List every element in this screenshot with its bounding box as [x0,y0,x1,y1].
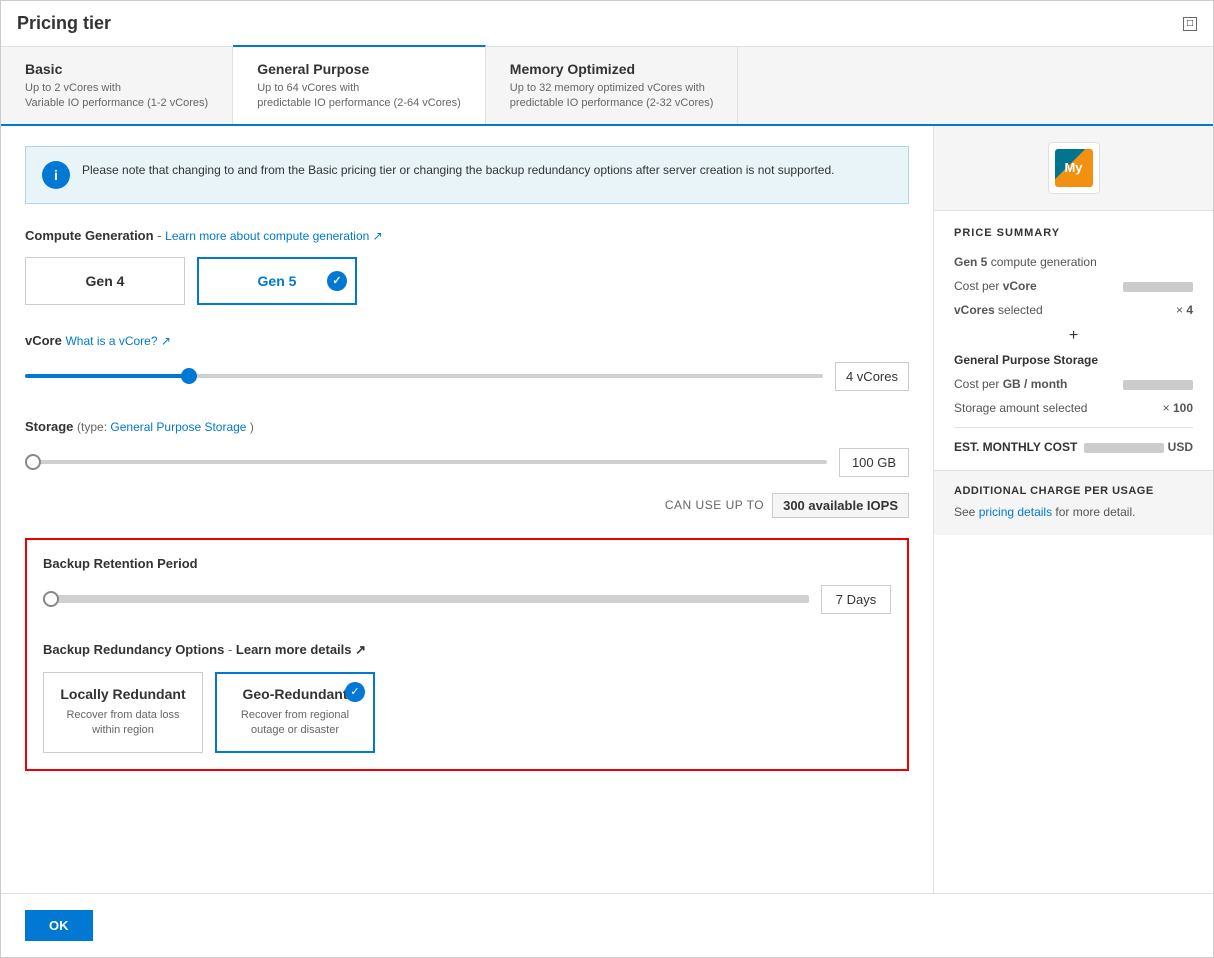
vcore-slider[interactable] [25,374,823,378]
vcore-slider-container [25,364,823,388]
price-summary-title: PRICE SUMMARY [954,227,1193,239]
window-controls: □ [1183,17,1197,31]
storage-type-link[interactable]: General Purpose Storage [110,420,249,434]
vcores-selected-label: vCores selected [954,303,1176,317]
info-text: Please note that changing to and from th… [82,161,834,179]
cost-per-gb-label: Cost per GB / month [954,377,1123,391]
info-box: i Please note that changing to and from … [25,146,909,204]
geo-check-icon: ✓ [345,682,365,702]
tab-memory[interactable]: Memory Optimized Up to 32 memory optimiz… [486,47,739,124]
vcore-section: vCore What is a vCore? ↗ 4 vCores [25,333,909,391]
backup-retention-label: Backup Retention Period [43,556,891,571]
tab-memory-label: Memory Optimized [510,61,714,77]
title-bar: Pricing tier □ [1,1,1213,47]
cost-per-gb-redacted [1123,380,1193,390]
gen5-check-icon: ✓ [327,271,347,291]
tab-basic-label: Basic [25,61,208,77]
storage-slider-container [25,450,827,474]
cost-per-gb-row: Cost per GB / month [954,377,1193,391]
pricing-details-link[interactable]: pricing details [979,505,1056,519]
backup-section: Backup Retention Period 7 Days Backup Re… [25,538,909,771]
iops-value: 300 available IOPS [772,493,909,518]
backup-redundancy-label: Backup Redundancy Options - Learn more d… [43,642,891,658]
cost-per-vcore-value [1123,279,1193,293]
locally-redundant-name: Locally Redundant [60,686,185,702]
storage-amount-value: × 100 [1163,401,1193,415]
compute-generation-link[interactable]: Learn more about compute generation ↗ [165,229,383,243]
retention-value-box: 7 Days [821,585,891,614]
est-cost-label: EST. MONTHLY COST [954,440,1077,454]
plus-sign: + [954,327,1193,345]
est-cost-row: EST. MONTHLY COST USD [954,440,1193,454]
retention-slider-container [43,587,809,611]
content-area: i Please note that changing to and from … [1,126,1213,893]
tab-bar: Basic Up to 2 vCores withVariable IO per… [1,47,1213,126]
side-panel: My PRICE SUMMARY Gen 5 compute generatio… [933,126,1213,893]
gen-compute-row: Gen 5 compute generation [954,255,1193,269]
ok-bar: OK [1,893,1213,957]
vcore-label: vCore What is a vCore? ↗ [25,333,909,348]
additional-title: ADDITIONAL CHARGE PER USAGE [954,485,1193,497]
mysql-logo: My [1048,142,1100,194]
est-cost-redacted [1084,443,1164,453]
compute-generation-buttons: Gen 4 Gen 5 ✓ [25,257,909,305]
gen4-button[interactable]: Gen 4 [25,257,185,305]
price-divider [954,427,1193,428]
est-cost-value: USD [1084,440,1193,454]
cost-per-vcore-row: Cost per vCore [954,279,1193,293]
main-panel: i Please note that changing to and from … [1,126,933,893]
storage-value-box: 100 GB [839,448,909,477]
gen-compute-label: Gen 5 compute generation [954,255,1193,269]
additional-charge: ADDITIONAL CHARGE PER USAGE See pricing … [934,470,1213,535]
storage-section: Storage (type: General Purpose Storage )… [25,419,909,477]
retention-slider[interactable] [43,595,809,603]
storage-section-label: General Purpose Storage [954,353,1193,367]
redundancy-buttons: Locally Redundant Recover from data loss… [43,672,891,753]
retention-slider-row: 7 Days [43,585,891,614]
geo-redundant-name: Geo-Redundant [243,686,348,702]
storage-amount-label: Storage amount selected [954,401,1163,415]
storage-slider-row: 100 GB [25,448,909,477]
cost-per-vcore-label: Cost per vCore [954,279,1123,293]
storage-amount-row: Storage amount selected × 100 [954,401,1193,415]
cost-per-vcore-redacted [1123,282,1193,292]
storage-label: Storage (type: General Purpose Storage ) [25,419,909,434]
tab-basic[interactable]: Basic Up to 2 vCores withVariable IO per… [1,47,233,124]
tab-memory-desc: Up to 32 memory optimized vCores withpre… [510,81,714,112]
info-icon: i [42,161,70,189]
price-content: PRICE SUMMARY Gen 5 compute generation C… [934,211,1213,470]
pricing-tier-dialog: Pricing tier □ Basic Up to 2 vCores with… [0,0,1214,958]
additional-text: See pricing details for more detail. [954,503,1193,521]
vcores-selected-value: × 4 [1176,303,1193,317]
geo-redundant-button[interactable]: Geo-Redundant Recover from regional outa… [215,672,375,753]
gen5-button[interactable]: Gen 5 ✓ [197,257,357,305]
price-summary-header: My [934,126,1213,211]
vcore-value-box: 4 vCores [835,362,909,391]
tab-basic-desc: Up to 2 vCores withVariable IO performan… [25,81,208,112]
storage-slider[interactable] [25,460,827,464]
ok-button[interactable]: OK [25,910,93,941]
storage-section-row: General Purpose Storage [954,353,1193,367]
dialog-title: Pricing tier [17,13,111,34]
geo-redundant-desc: Recover from regional outage or disaster [229,708,361,739]
iops-row: CAN USE UP TO 300 available IOPS [25,493,909,518]
mysql-logo-inner: My [1055,149,1093,187]
compute-generation-label: Compute Generation - Learn more about co… [25,228,909,243]
cost-per-gb-value [1123,377,1193,391]
usd-label: USD [1168,440,1193,454]
tab-general-label: General Purpose [257,61,461,77]
maximize-button[interactable]: □ [1183,17,1197,31]
redundancy-link[interactable]: Learn more details ↗ [236,642,366,657]
locally-redundant-button[interactable]: Locally Redundant Recover from data loss… [43,672,203,753]
locally-redundant-desc: Recover from data loss within region [56,708,190,739]
iops-label: CAN USE UP TO [665,498,764,512]
vcores-selected-row: vCores selected × 4 [954,303,1193,317]
vcore-slider-row: 4 vCores [25,362,909,391]
tab-general-desc: Up to 64 vCores withpredictable IO perfo… [257,81,461,112]
vcore-link[interactable]: What is a vCore? ↗ [65,334,170,348]
tab-general[interactable]: General Purpose Up to 64 vCores withpred… [233,45,486,124]
